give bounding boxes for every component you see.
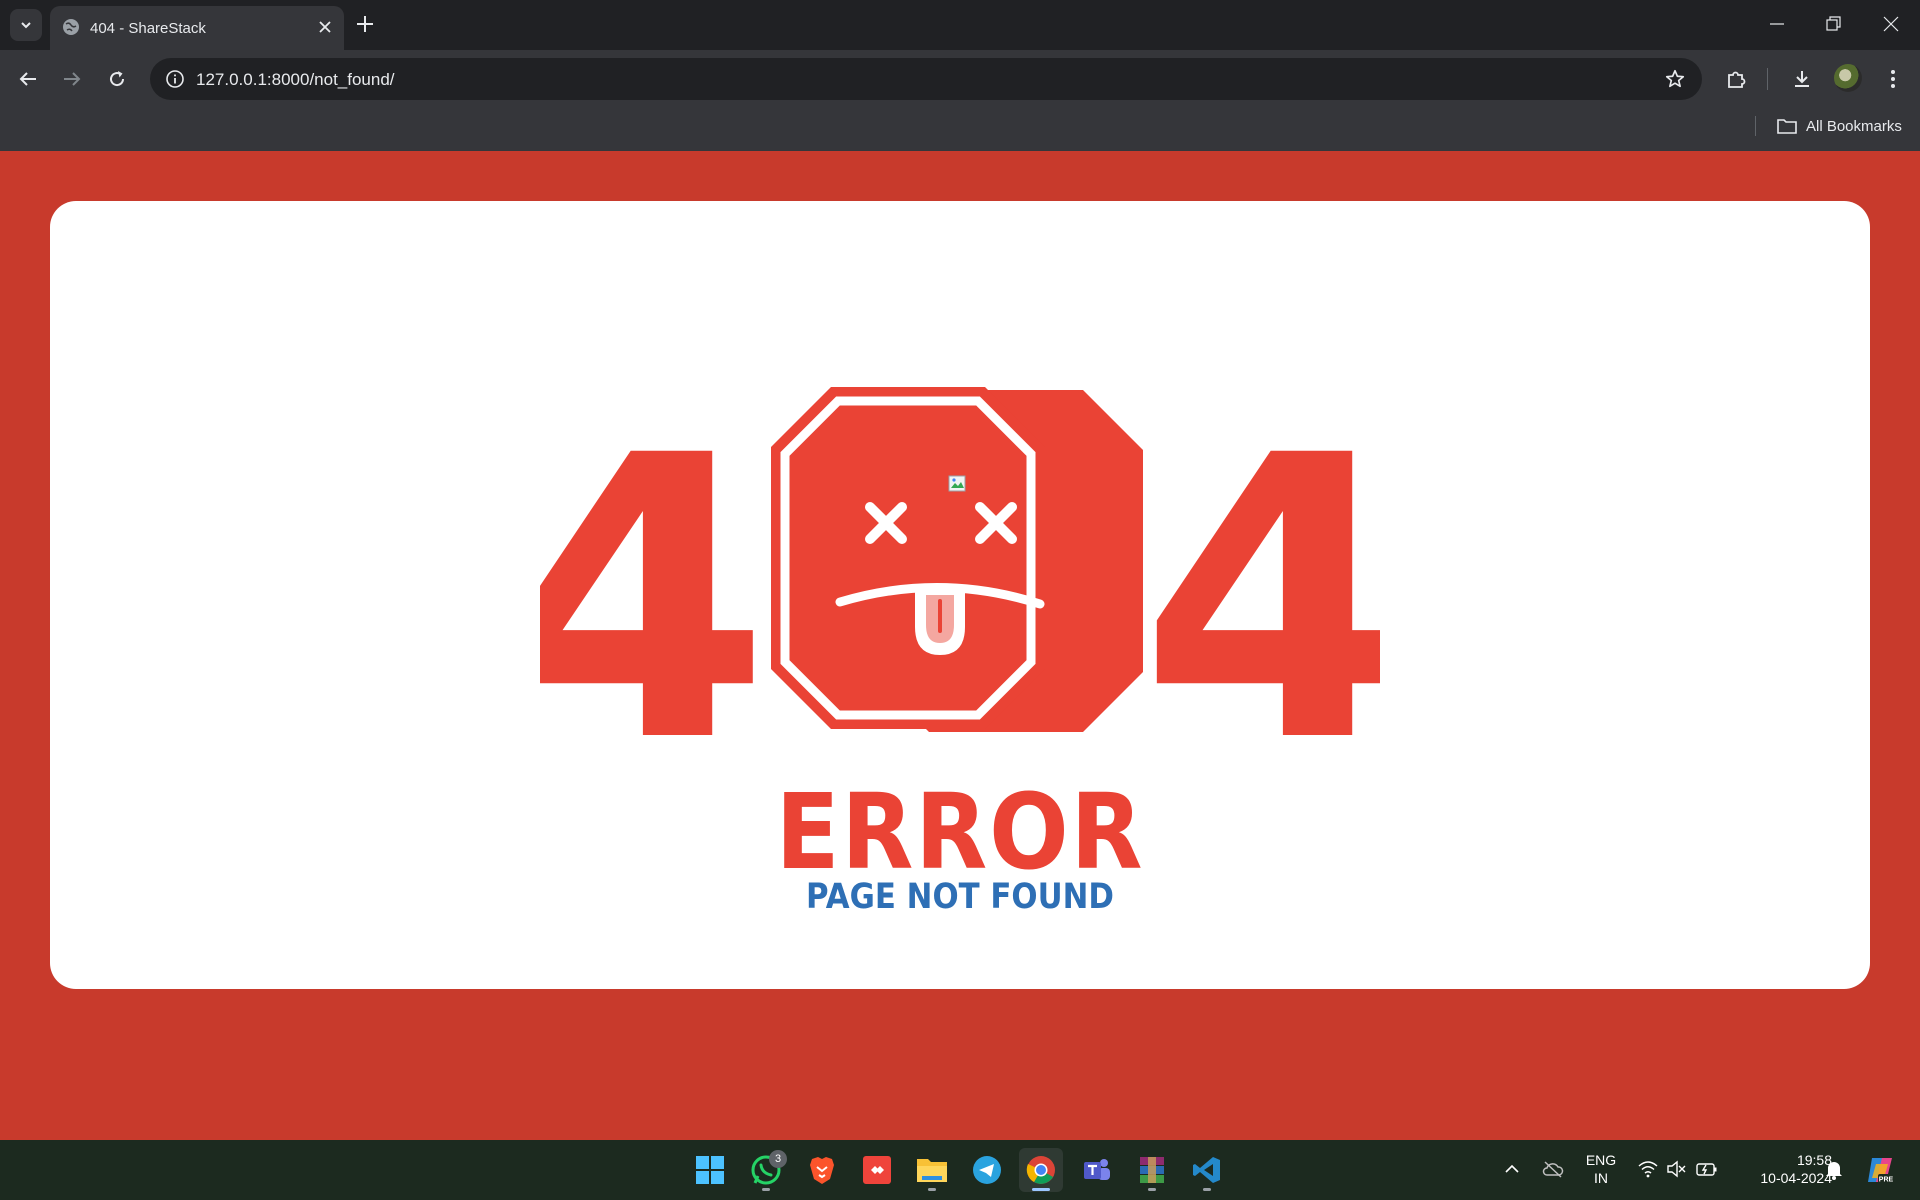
taskbar-file-explorer[interactable]	[910, 1148, 954, 1192]
telegram-icon	[973, 1156, 1001, 1184]
wifi-icon[interactable]	[1638, 1160, 1658, 1178]
tab-search-button[interactable]	[10, 9, 42, 41]
taskbar-winrar[interactable]	[1130, 1148, 1174, 1192]
error-404-illustration: 4 4	[540, 387, 1380, 747]
all-bookmarks-link[interactable]: All Bookmarks	[1806, 118, 1902, 135]
page-not-found-subtitle: PAGE NOT FOUND	[806, 877, 1114, 917]
page-viewport: 4 4 ERROR PAGE NOT FOUND	[0, 151, 1920, 1140]
info-icon	[166, 70, 184, 88]
vscode-icon	[1193, 1157, 1220, 1183]
winrar-icon	[1140, 1157, 1164, 1183]
minimize-icon[interactable]	[1768, 12, 1786, 36]
bell-icon[interactable]	[1824, 1159, 1844, 1181]
windows-logo-icon	[696, 1156, 724, 1184]
extensions-icon[interactable]	[1724, 67, 1748, 91]
menu-dots-icon[interactable]	[1883, 67, 1903, 91]
cloud-off-icon[interactable]	[1542, 1160, 1564, 1178]
digit-right: 4	[1139, 387, 1380, 747]
broken-image-icon	[948, 475, 966, 492]
taskbar-whatsapp[interactable]: 3	[744, 1148, 788, 1192]
clock-date: 10-04-2024	[1760, 1170, 1832, 1186]
running-indicator	[1203, 1188, 1211, 1191]
error-card: 4 4 ERROR PAGE NOT FOUND	[50, 201, 1870, 989]
chevron-down-icon	[21, 22, 31, 29]
taskbar-telegram[interactable]	[965, 1148, 1009, 1192]
taskbar-teams[interactable]	[1075, 1148, 1119, 1192]
stop-sign-face-icon	[771, 387, 1143, 732]
start-button[interactable]	[688, 1148, 732, 1192]
active-indicator	[1032, 1188, 1050, 1191]
clock[interactable]: 19:58 10-04-2024	[1732, 1151, 1832, 1187]
profile-avatar[interactable]	[1834, 64, 1862, 92]
globe-icon	[63, 19, 79, 35]
restore-icon[interactable]	[1824, 12, 1842, 36]
running-indicator	[762, 1188, 770, 1191]
back-icon[interactable]	[16, 67, 40, 91]
anydesk-icon	[863, 1156, 891, 1184]
tab-title: 404 - ShareStack	[90, 20, 206, 37]
chrome-icon	[1026, 1156, 1055, 1184]
forward-icon[interactable]	[60, 67, 84, 91]
folder-icon	[917, 1159, 947, 1182]
region-code: IN	[1594, 1170, 1608, 1186]
digit-left: 4	[540, 387, 771, 747]
windows-taskbar: 3 ENG IN 19:58 10-04-2024 PRE	[0, 1140, 1920, 1200]
close-window-icon[interactable]	[1882, 12, 1900, 36]
reload-icon[interactable]	[105, 67, 129, 91]
battery-charging-icon[interactable]	[1696, 1160, 1718, 1178]
teams-icon	[1084, 1159, 1110, 1180]
svg-text:PRE: PRE	[1879, 1177, 1894, 1184]
close-tab-icon[interactable]	[316, 18, 334, 36]
toolbar-divider	[1767, 68, 1768, 90]
language-code: ENG	[1585, 1152, 1617, 1168]
new-tab-icon[interactable]	[354, 13, 376, 35]
running-indicator	[928, 1188, 936, 1191]
copilot-icon[interactable]: PRE	[1864, 1154, 1896, 1186]
notification-badge: 3	[769, 1150, 787, 1168]
bookmark-star-icon[interactable]	[1664, 68, 1686, 90]
bookmarks-bar: All Bookmarks	[0, 108, 1920, 151]
site-info-button[interactable]	[160, 64, 190, 94]
browser-toolbar: 127.0.0.1:8000/not_found/	[0, 50, 1920, 108]
taskbar-brave[interactable]	[800, 1148, 844, 1192]
tab-strip: 404 - ShareStack	[0, 0, 1920, 50]
address-bar[interactable]: 127.0.0.1:8000/not_found/	[150, 58, 1702, 100]
active-tab[interactable]: 404 - ShareStack	[50, 6, 344, 50]
url-text[interactable]: 127.0.0.1:8000/not_found/	[196, 70, 395, 90]
bookmarks-divider	[1755, 116, 1756, 136]
download-icon[interactable]	[1790, 67, 1814, 91]
taskbar-anydesk[interactable]	[855, 1148, 899, 1192]
volume-muted-icon[interactable]	[1666, 1160, 1686, 1178]
chevron-up-icon[interactable]	[1504, 1162, 1520, 1176]
clock-time: 19:58	[1796, 1152, 1832, 1168]
brave-lion-icon	[810, 1157, 834, 1184]
folder-icon[interactable]	[1776, 116, 1798, 136]
running-indicator	[1148, 1188, 1156, 1191]
language-indicator[interactable]: ENG IN	[1578, 1151, 1624, 1187]
taskbar-vscode[interactable]	[1185, 1148, 1229, 1192]
error-heading: ERROR	[775, 771, 1145, 893]
taskbar-chrome[interactable]	[1019, 1148, 1063, 1192]
